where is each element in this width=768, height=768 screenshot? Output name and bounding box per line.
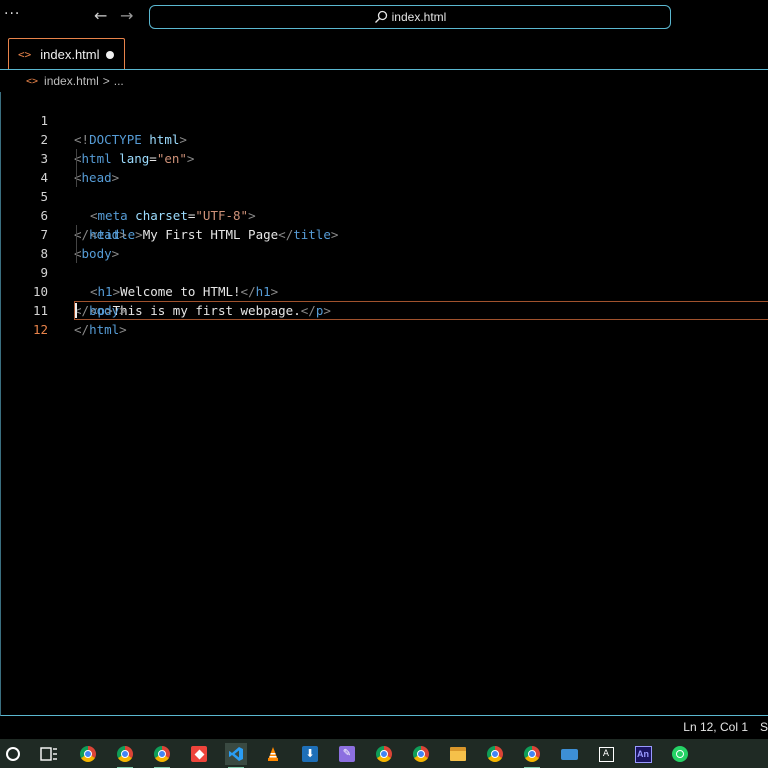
code-line[interactable]: 1 <!DOCTYPE html>: [1, 92, 768, 147]
code-line[interactable]: 10 </body>: [1, 263, 768, 318]
text-cursor: [75, 303, 77, 318]
download-manager-icon[interactable]: ⬇: [299, 743, 321, 765]
indent-guide: [76, 244, 77, 263]
back-arrow-icon[interactable]: ←: [94, 6, 107, 25]
command-center-search[interactable]: index.html: [149, 5, 671, 29]
notepad-icon[interactable]: ✎: [336, 743, 358, 765]
vscode-icon[interactable]: [225, 743, 247, 768]
whatsapp-icon[interactable]: [669, 743, 691, 765]
chrome-icon[interactable]: [484, 743, 506, 765]
anydesk-icon[interactable]: [188, 743, 210, 765]
start-circle-icon[interactable]: [2, 743, 24, 765]
status-overflow-item[interactable]: S: [760, 720, 768, 734]
title-bar: ··· ← → index.html: [0, 0, 768, 36]
task-view-icon[interactable]: [38, 743, 60, 765]
breadcrumb: <> index.html > ...: [0, 70, 768, 92]
code-line[interactable]: 7 <body>: [1, 206, 768, 261]
keyboard-icon[interactable]: [558, 743, 580, 765]
indent-guide: [76, 168, 77, 187]
breadcrumb-separator: >: [102, 74, 110, 88]
code-line[interactable]: 9 <p>This is my first webpage.</p>: [1, 244, 768, 318]
forward-arrow-icon[interactable]: →: [120, 6, 133, 25]
chrome-icon[interactable]: [114, 743, 136, 768]
indent-guide: [76, 225, 77, 244]
code-line[interactable]: 2 <html lang="en">: [1, 111, 768, 166]
current-line-highlight: [74, 301, 768, 320]
code-line[interactable]: 3 <head>: [1, 130, 768, 185]
chrome-icon[interactable]: [151, 743, 173, 768]
code-line[interactable]: 11 </html>: [1, 282, 768, 337]
search-icon: [374, 10, 387, 23]
more-menu-icon[interactable]: ···: [4, 6, 20, 22]
animate-icon[interactable]: An: [632, 743, 654, 765]
breadcrumb-file[interactable]: index.html: [44, 74, 99, 88]
vlc-icon[interactable]: [262, 743, 284, 765]
html-code-icon: <>: [18, 47, 32, 61]
indent-guide: [76, 149, 77, 168]
line-number-active: 12: [32, 322, 48, 337]
unsaved-dot-icon[interactable]: [106, 51, 114, 59]
code-line[interactable]: 8 <h1>Welcome to HTML!</h1>: [1, 225, 768, 299]
html-code-icon: <>: [26, 75, 39, 87]
code-line[interactable]: 6 </head>: [1, 187, 768, 242]
tab-index-html[interactable]: <> index.html: [8, 38, 125, 69]
command-center-label: index.html: [391, 10, 447, 24]
cursor-position[interactable]: Ln 12, Col 1: [683, 720, 748, 734]
code-editor[interactable]: 1 <!DOCTYPE html> 2 <html lang="en"> 3 <…: [0, 92, 768, 716]
chrome-icon[interactable]: [521, 743, 543, 768]
file-explorer-icon[interactable]: [447, 743, 469, 765]
status-bar: Ln 12, Col 1 S: [0, 717, 768, 739]
windows-taskbar: ⬇ ✎ A An: [0, 739, 768, 768]
chrome-icon[interactable]: [77, 743, 99, 765]
code-text: </html>: [74, 322, 127, 337]
code-line[interactable]: 4 <meta charset="UTF-8">: [1, 149, 768, 223]
font-icon[interactable]: A: [595, 743, 617, 765]
breadcrumb-more[interactable]: ...: [114, 74, 124, 88]
editor-tab-bar: <> index.html: [0, 36, 768, 70]
code-line[interactable]: 5 <title>My First HTML Page</title>: [1, 168, 768, 242]
chrome-icon[interactable]: [373, 743, 395, 765]
chrome-icon[interactable]: [410, 743, 432, 765]
tab-label: index.html: [40, 46, 100, 62]
code-line-active[interactable]: 12: [1, 301, 768, 337]
